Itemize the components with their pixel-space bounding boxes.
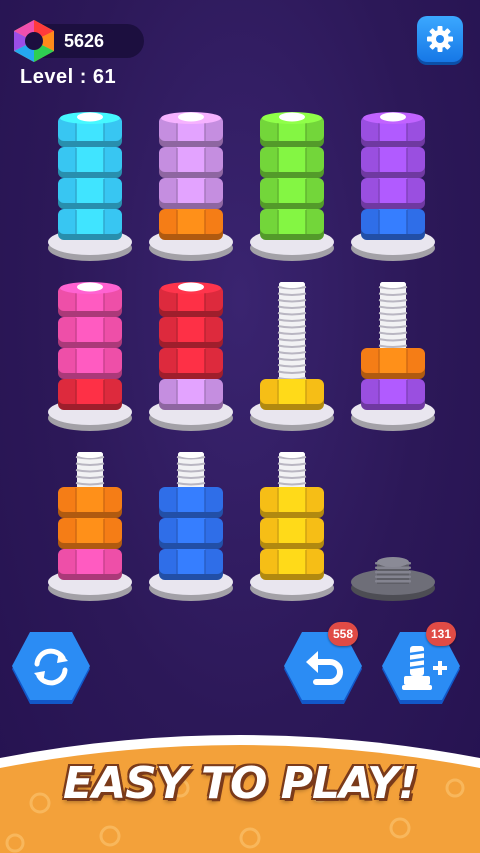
level-label: Level : 61 — [20, 66, 117, 88]
nut-orange — [361, 348, 425, 379]
nut-cyan — [58, 209, 122, 240]
bolt-5[interactable] — [40, 282, 140, 440]
nut-cyan — [58, 147, 122, 178]
nut-cyan — [58, 178, 122, 209]
nut-yellow — [260, 379, 324, 410]
nut-red — [159, 348, 223, 379]
gear-icon — [427, 26, 453, 52]
nut-blue — [159, 487, 223, 518]
bolt-cap — [380, 112, 406, 122]
screw-thread — [75, 452, 105, 493]
nut-blue — [159, 549, 223, 580]
screw-thread — [378, 282, 408, 354]
nut-purple — [361, 147, 425, 178]
screw-thread — [176, 452, 206, 493]
bolt-10[interactable] — [141, 452, 241, 610]
nut-orange — [58, 487, 122, 518]
nut-red — [159, 317, 223, 348]
bolt-4[interactable] — [343, 112, 443, 270]
bolt-cap — [178, 112, 204, 122]
bolt-cap — [178, 282, 204, 292]
coin-count: 5626 — [64, 31, 105, 51]
nut-pink — [58, 317, 122, 348]
bolt-cap — [77, 112, 103, 122]
settings-button[interactable] — [417, 16, 463, 62]
banner-text: EASY TO PLAY! — [63, 758, 418, 809]
bolt-3[interactable] — [242, 112, 342, 270]
restart-button[interactable] — [10, 632, 92, 706]
nut-blue — [159, 518, 223, 549]
bolt-cap — [77, 282, 103, 292]
nut-yellow — [260, 518, 324, 549]
screw-thread — [277, 452, 307, 493]
nut-blue — [361, 209, 425, 240]
bolt-12[interactable] — [343, 452, 443, 610]
nut-red — [58, 379, 122, 410]
nut-lilac — [159, 147, 223, 178]
locked-bolt — [375, 557, 411, 584]
undo-count-badge: 558 — [328, 622, 358, 646]
nut-pink — [58, 348, 122, 379]
nut-green — [260, 209, 324, 240]
nut-purple — [361, 379, 425, 410]
bolt-cap — [279, 112, 305, 122]
screw-thread — [277, 282, 307, 385]
bolt-8[interactable] — [343, 282, 443, 440]
nut-green — [260, 147, 324, 178]
nut-yellow — [260, 549, 324, 580]
nut-yellow — [260, 487, 324, 518]
rainbow-hex-nut-icon — [14, 20, 54, 62]
nut-purple — [361, 178, 425, 209]
nut-green — [260, 178, 324, 209]
add-bolt-count-badge: 131 — [426, 622, 456, 646]
nut-lilac — [159, 379, 223, 410]
nut-lilac — [159, 178, 223, 209]
bolt-1[interactable] — [40, 112, 140, 270]
bolt-7[interactable] — [242, 282, 342, 440]
nut-pink — [58, 549, 122, 580]
bolt-2[interactable] — [141, 112, 241, 270]
bolt-11[interactable] — [242, 452, 342, 610]
bolt-6[interactable] — [141, 282, 241, 440]
nut-orange — [58, 518, 122, 549]
nut-orange — [159, 209, 223, 240]
bolt-9[interactable] — [40, 452, 140, 610]
